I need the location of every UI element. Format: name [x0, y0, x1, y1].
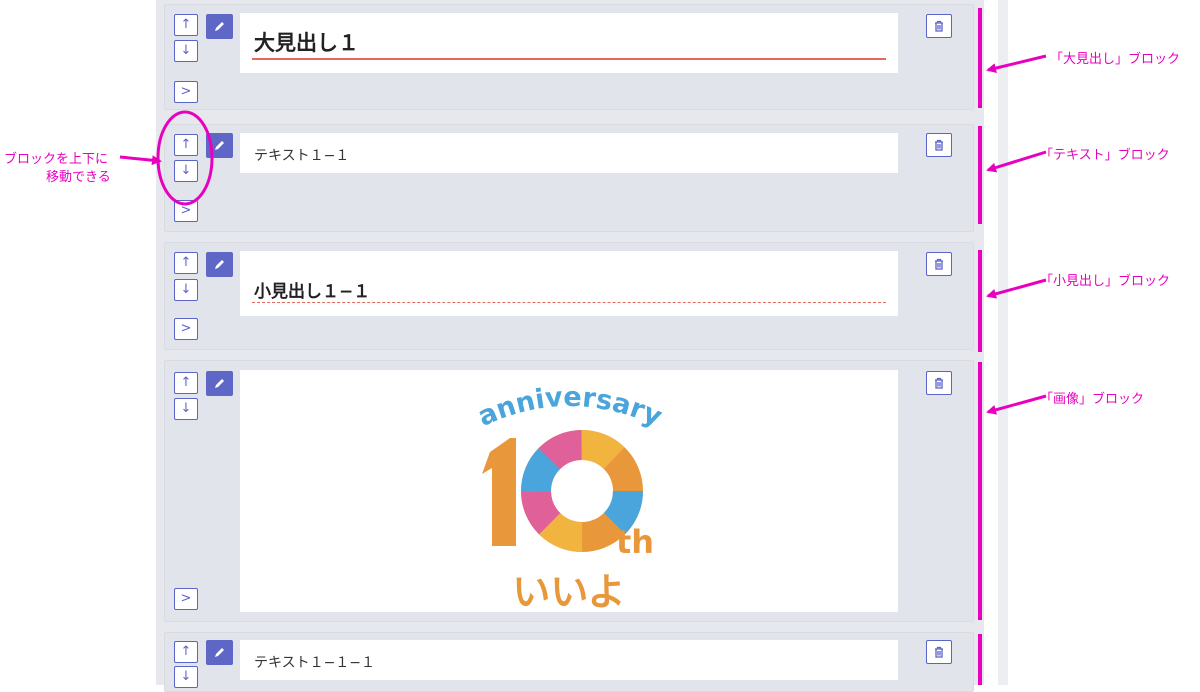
annotation-subheading-block: 「小見出し」ブロック — [1040, 274, 1171, 289]
highlight-circle — [156, 110, 214, 206]
annotation-heading-block: 「大見出し」ブロック — [1050, 52, 1181, 67]
annotation-image-block: 「画像」ブロック — [1040, 392, 1145, 407]
annotation-arrows — [119, 54, 1047, 415]
annotation-move-note-line2: 移動できる — [46, 170, 111, 185]
annotation-text-block: 「テキスト」ブロック — [1040, 148, 1170, 163]
annotation-move-note-line1: ブロックを上下に — [4, 152, 109, 167]
